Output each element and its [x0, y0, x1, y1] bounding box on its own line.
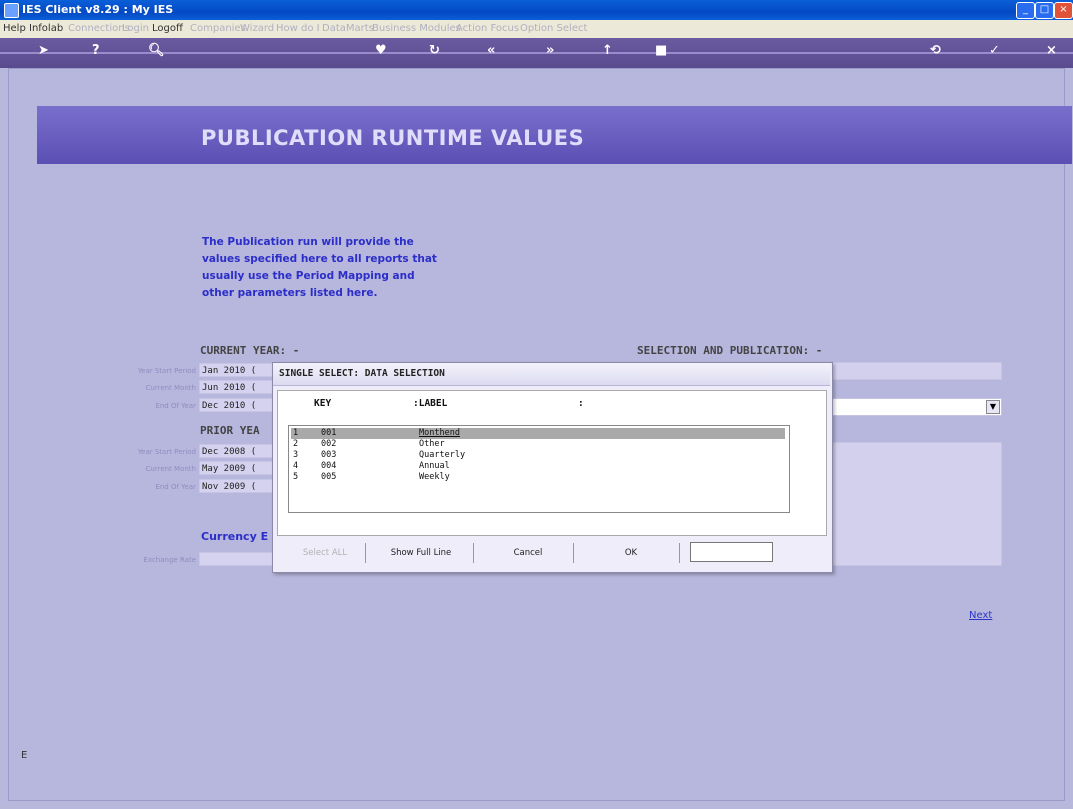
row-key: 004 — [321, 461, 337, 471]
publication-textarea[interactable] — [830, 442, 1002, 566]
column-key-header: KEY — [314, 398, 332, 409]
menu-wizard[interactable]: Wizard — [240, 23, 274, 34]
list-item[interactable]: 2 002 Other — [291, 439, 785, 450]
heart-icon[interactable]: ♥ — [375, 43, 387, 58]
refresh-icon[interactable]: ↻ — [429, 43, 440, 58]
currency-heading: Currency E — [201, 530, 269, 543]
prior-year-heading: PRIOR YEA — [200, 424, 260, 437]
side-label[interactable]: E — [21, 750, 27, 761]
prior-end-of-year-label: End Of Year — [155, 483, 196, 491]
sync-icon[interactable]: ⟲ — [930, 43, 941, 58]
list-item[interactable]: 4 004 Annual — [291, 461, 785, 472]
data-selection-dialog: SINGLE SELECT: DATA SELECTION KEY :LABEL… — [272, 362, 833, 573]
row-key: 003 — [321, 450, 337, 460]
row-key: 001 — [321, 428, 337, 438]
prior-end-of-year-field[interactable]: Nov 2009 ( — [199, 479, 273, 493]
menu-action-focus[interactable]: Action Focus — [456, 23, 519, 34]
close-x-icon[interactable]: × — [1046, 43, 1057, 58]
menu-companies[interactable]: Companies — [190, 23, 246, 34]
check-icon[interactable]: ✓ — [989, 43, 1000, 58]
menu-business-modules[interactable]: Business Modules — [372, 23, 461, 34]
help-icon[interactable]: ? — [92, 43, 100, 58]
menu-datamarts[interactable]: DataMarts — [322, 23, 374, 34]
intro-line: other parameters listed here. — [202, 287, 378, 299]
exchange-rate-field[interactable] — [199, 552, 273, 566]
window-title-bar: IES Client v8.29 : My IES _ □ × — [0, 0, 1073, 20]
maximize-button[interactable]: □ — [1035, 2, 1054, 19]
intro-text: The Publication run will provide the val… — [202, 234, 482, 302]
current-month-label: Current Month — [145, 384, 196, 392]
show-full-line-button[interactable]: Show Full Line — [369, 543, 474, 563]
menu-login[interactable]: Login — [122, 23, 149, 34]
row-number: 5 — [293, 472, 299, 482]
stop-icon[interactable]: ■ — [655, 43, 667, 58]
year-start-label: Year Start Period — [137, 367, 196, 375]
exchange-rate-label: Exchange Rate — [143, 556, 196, 564]
app-icon — [4, 3, 19, 18]
close-button[interactable]: × — [1054, 2, 1073, 19]
forward-icon[interactable]: » — [546, 43, 554, 58]
up-icon[interactable]: ↑ — [602, 43, 613, 58]
minimize-button[interactable]: _ — [1016, 2, 1035, 19]
select-all-button[interactable]: Select ALL — [285, 543, 366, 563]
row-label: Weekly — [419, 472, 450, 482]
row-label: Quarterly — [419, 450, 466, 460]
page-banner: PUBLICATION RUNTIME VALUES — [37, 106, 1072, 164]
current-year-heading: CURRENT YEAR: - — [200, 344, 300, 357]
prior-year-start-label: Year Start Period — [137, 448, 196, 456]
toolbar: ➤ ? 🔍︎ ♥ ↻ « » ↑ ■ ⟲ ✓ × — [0, 38, 1073, 68]
window-title: IES Client v8.29 : My IES — [22, 3, 174, 16]
list-item[interactable]: 5 005 Weekly — [291, 472, 785, 483]
menu-bar: Help Infolab Connections Login Logoff Co… — [0, 20, 1073, 39]
row-label: Annual — [419, 461, 450, 471]
row-number: 1 — [293, 428, 299, 438]
dialog-title: SINGLE SELECT: DATA SELECTION — [279, 368, 445, 379]
next-link[interactable]: Next — [969, 610, 992, 621]
prior-year-start-field[interactable]: Dec 2008 ( — [199, 444, 273, 458]
prior-current-month-label: Current Month — [145, 465, 196, 473]
menu-connections[interactable]: Connections — [68, 23, 130, 34]
prior-current-month-field[interactable]: May 2009 ( — [199, 461, 273, 475]
selection-dropdown[interactable]: ▼ — [830, 398, 1002, 416]
page-title: PUBLICATION RUNTIME VALUES — [201, 126, 585, 150]
end-of-year-label: End Of Year — [155, 402, 196, 410]
menu-logoff[interactable]: Logoff — [152, 23, 183, 34]
row-label: Monthend — [419, 428, 460, 438]
cancel-button[interactable]: Cancel — [483, 543, 574, 563]
dialog-entry-field[interactable] — [690, 542, 773, 562]
row-number: 4 — [293, 461, 299, 471]
list-item[interactable]: 1 001 Monthend — [291, 428, 785, 439]
intro-line: usually use the Period Mapping and — [202, 270, 415, 282]
selection-field[interactable] — [830, 362, 1002, 380]
menu-help[interactable]: Help — [3, 23, 26, 34]
back-arrow-icon[interactable]: ➤ — [38, 43, 49, 58]
dialog-header: SINGLE SELECT: DATA SELECTION — [273, 363, 830, 386]
row-key: 002 — [321, 439, 337, 449]
intro-line: values specified here to all reports tha… — [202, 253, 437, 265]
menu-option-select[interactable]: Option Select — [520, 23, 587, 34]
intro-line: The Publication run will provide the — [202, 236, 414, 248]
column-label-header: :LABEL — [413, 398, 448, 409]
dialog-list-panel: KEY :LABEL : 1 001 Monthend 2 002 Other … — [277, 390, 827, 536]
current-end-of-year-field[interactable]: Dec 2010 ( — [199, 398, 273, 412]
current-month-field[interactable]: Jun 2010 ( — [199, 380, 273, 394]
row-number: 3 — [293, 450, 299, 460]
selection-heading: SELECTION AND PUBLICATION: - — [637, 344, 823, 357]
row-label: Other — [419, 439, 445, 449]
row-number: 2 — [293, 439, 299, 449]
chevron-down-icon[interactable]: ▼ — [986, 400, 1000, 414]
menu-how-do-i[interactable]: How do I — [276, 23, 320, 34]
list-item[interactable]: 3 003 Quarterly — [291, 450, 785, 461]
row-key: 005 — [321, 472, 337, 482]
menu-infolab[interactable]: Infolab — [29, 23, 63, 34]
ok-button[interactable]: OK — [583, 543, 680, 563]
selection-list: 1 001 Monthend 2 002 Other 3 003 Quarter… — [288, 425, 790, 513]
current-year-start-field[interactable]: Jan 2010 ( — [199, 363, 273, 377]
search-icon[interactable]: 🔍︎ — [148, 43, 165, 58]
column-extra-header: : — [578, 398, 584, 409]
rewind-icon[interactable]: « — [487, 43, 495, 58]
